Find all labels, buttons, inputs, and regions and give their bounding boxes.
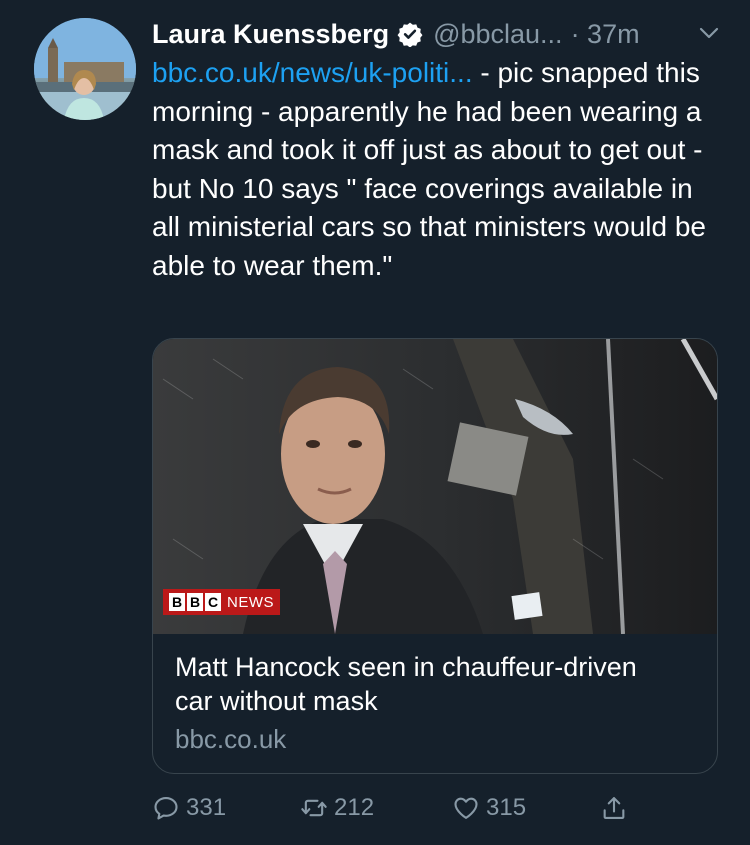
- retweet-count: 212: [334, 794, 375, 821]
- bbc-news-label: NEWS: [227, 593, 274, 611]
- tweet-link[interactable]: bbc.co.uk/news/uk-politi...: [152, 57, 473, 88]
- tweet-actions: 331 212 315: [152, 786, 652, 830]
- reply-icon: [154, 797, 178, 820]
- timestamp[interactable]: · 37m: [571, 19, 640, 50]
- share-button[interactable]: [600, 786, 628, 830]
- retweet-icon: [301, 799, 327, 817]
- avatar[interactable]: [34, 18, 136, 120]
- tweet-header: Laura Kuenssberg @bbclau... · 37m: [152, 14, 726, 54]
- card-body[interactable]: Matt Hancock seen in chauffeur-driven ca…: [153, 634, 717, 771]
- tweet-body: bbc.co.uk/news/uk-politi... - pic snappe…: [152, 54, 722, 285]
- retweet-button[interactable]: 212: [300, 786, 374, 830]
- tweet-text: - pic snapped this morning - apparently …: [152, 57, 714, 281]
- author-handle[interactable]: @bbclau...: [433, 19, 562, 50]
- link-card[interactable]: B B C NEWS Matt Hancock seen in chauffeu…: [152, 338, 718, 774]
- card-domain: bbc.co.uk: [175, 724, 287, 754]
- bbc-logo-letter: B: [187, 593, 203, 611]
- card-title[interactable]: Matt Hancock seen in chauffeur-driven ca…: [175, 650, 645, 718]
- like-count: 315: [486, 794, 527, 821]
- like-button[interactable]: 315: [452, 786, 526, 830]
- reply-button[interactable]: 331: [152, 786, 226, 830]
- chevron-down-icon[interactable]: [698, 22, 720, 44]
- like-icon: [454, 797, 478, 819]
- verified-icon: [397, 21, 423, 48]
- reply-count: 331: [186, 794, 227, 821]
- bbc-logo-letter: B: [169, 593, 185, 611]
- share-icon: [603, 797, 625, 819]
- bbc-logo-letter: C: [205, 593, 221, 611]
- bbc-news-badge: B B C NEWS: [163, 589, 280, 615]
- card-image[interactable]: B B C NEWS: [153, 339, 717, 634]
- author-name[interactable]: Laura Kuenssberg: [152, 19, 389, 50]
